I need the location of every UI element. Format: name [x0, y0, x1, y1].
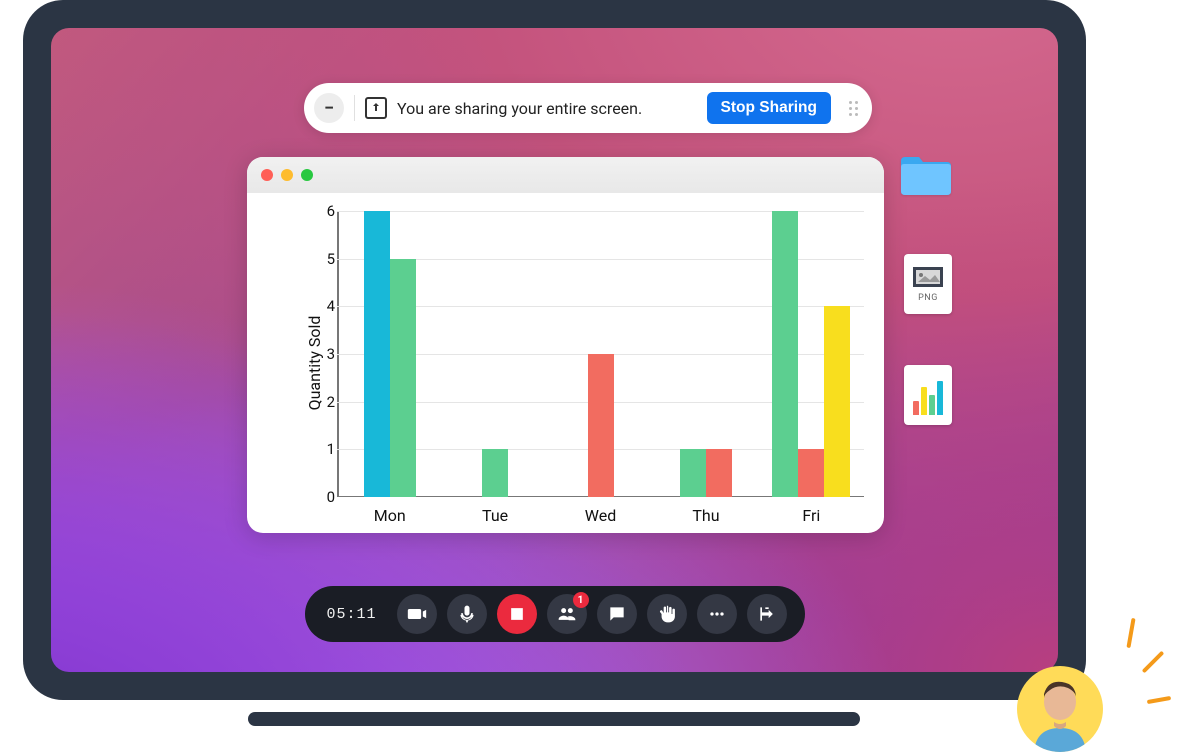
spark-icon [1147, 696, 1171, 704]
bar [706, 449, 732, 497]
window-titlebar[interactable] [247, 157, 884, 193]
spark-icon [1142, 651, 1165, 674]
microphone-icon [457, 604, 477, 624]
bar [364, 211, 390, 497]
screen-share-notice: − You are sharing your entire screen. St… [304, 83, 872, 133]
device-frame: − You are sharing your entire screen. St… [23, 0, 1086, 700]
y-tick-label: 4 [327, 297, 335, 315]
more-icon [707, 604, 727, 624]
divider [354, 95, 355, 121]
desktop-screen: − You are sharing your entire screen. St… [51, 28, 1058, 672]
bar [390, 259, 416, 497]
microphone-button[interactable] [447, 594, 487, 634]
x-tick-label: Thu [653, 506, 758, 525]
maximize-icon[interactable] [301, 169, 313, 181]
desktop-folder[interactable] [899, 155, 953, 197]
close-icon[interactable] [261, 169, 273, 181]
bar-group [653, 211, 758, 497]
bar [824, 306, 850, 497]
person-icon [1024, 674, 1096, 752]
share-screen-icon [507, 604, 527, 624]
bars-container [337, 211, 864, 497]
desktop-chart-file[interactable] [904, 365, 952, 425]
chart-window: Quantity Sold 0123456 MonTueWedThuFri [247, 157, 884, 533]
people-icon [557, 604, 577, 624]
drag-handle-icon[interactable] [849, 101, 858, 116]
minimize-icon[interactable] [281, 169, 293, 181]
bar-group [759, 211, 864, 497]
x-tick-label: Fri [759, 506, 864, 525]
call-timer: 05:11 [326, 606, 376, 623]
y-tick-label: 6 [327, 202, 335, 220]
bar [772, 211, 798, 497]
minus-icon: − [324, 98, 334, 119]
y-tick-label: 1 [327, 440, 335, 458]
stop-sharing-button[interactable]: Stop Sharing [707, 92, 831, 124]
chat-icon [607, 604, 627, 624]
presenter-avatar [1017, 666, 1103, 752]
camera-button[interactable] [397, 594, 437, 634]
chart-plot: 0123456 [337, 211, 864, 497]
bar [680, 449, 706, 497]
chat-button[interactable] [597, 594, 637, 634]
y-tick-label: 0 [327, 488, 335, 506]
bar [588, 354, 614, 497]
file-type-label: PNG [918, 293, 938, 303]
x-axis-labels: MonTueWedThuFri [337, 506, 864, 525]
participants-button[interactable]: 1 [547, 594, 587, 634]
chart-area: Quantity Sold 0123456 MonTueWedThuFri [247, 193, 884, 533]
y-tick-label: 3 [327, 345, 335, 363]
bar-group [337, 211, 442, 497]
minimize-button[interactable]: − [314, 93, 344, 123]
y-tick-label: 5 [327, 250, 335, 268]
bar-group [548, 211, 653, 497]
raise-hand-button[interactable] [647, 594, 687, 634]
x-tick-label: Wed [548, 506, 653, 525]
desktop-png-file[interactable]: PNG [904, 254, 952, 314]
upload-icon [365, 97, 387, 119]
folder-icon [899, 155, 953, 197]
spark-icon [1126, 618, 1135, 648]
bar [798, 449, 824, 497]
image-file-icon [913, 267, 943, 287]
camera-icon [407, 604, 427, 624]
participants-badge: 1 [573, 592, 589, 608]
chart-file-icon [913, 401, 919, 415]
leave-icon [757, 604, 777, 624]
bar [482, 449, 508, 497]
share-message: You are sharing your entire screen. [397, 99, 697, 118]
bar-group [442, 211, 547, 497]
x-tick-label: Tue [442, 506, 547, 525]
meeting-control-bar: 05:11 1 [304, 586, 804, 642]
leave-call-button[interactable] [747, 594, 787, 634]
y-tick-label: 2 [327, 393, 335, 411]
more-options-button[interactable] [697, 594, 737, 634]
avatar-circle [1017, 666, 1103, 752]
share-screen-button[interactable] [497, 594, 537, 634]
device-stand [248, 712, 860, 726]
x-tick-label: Mon [337, 506, 442, 525]
hand-icon [657, 604, 677, 624]
